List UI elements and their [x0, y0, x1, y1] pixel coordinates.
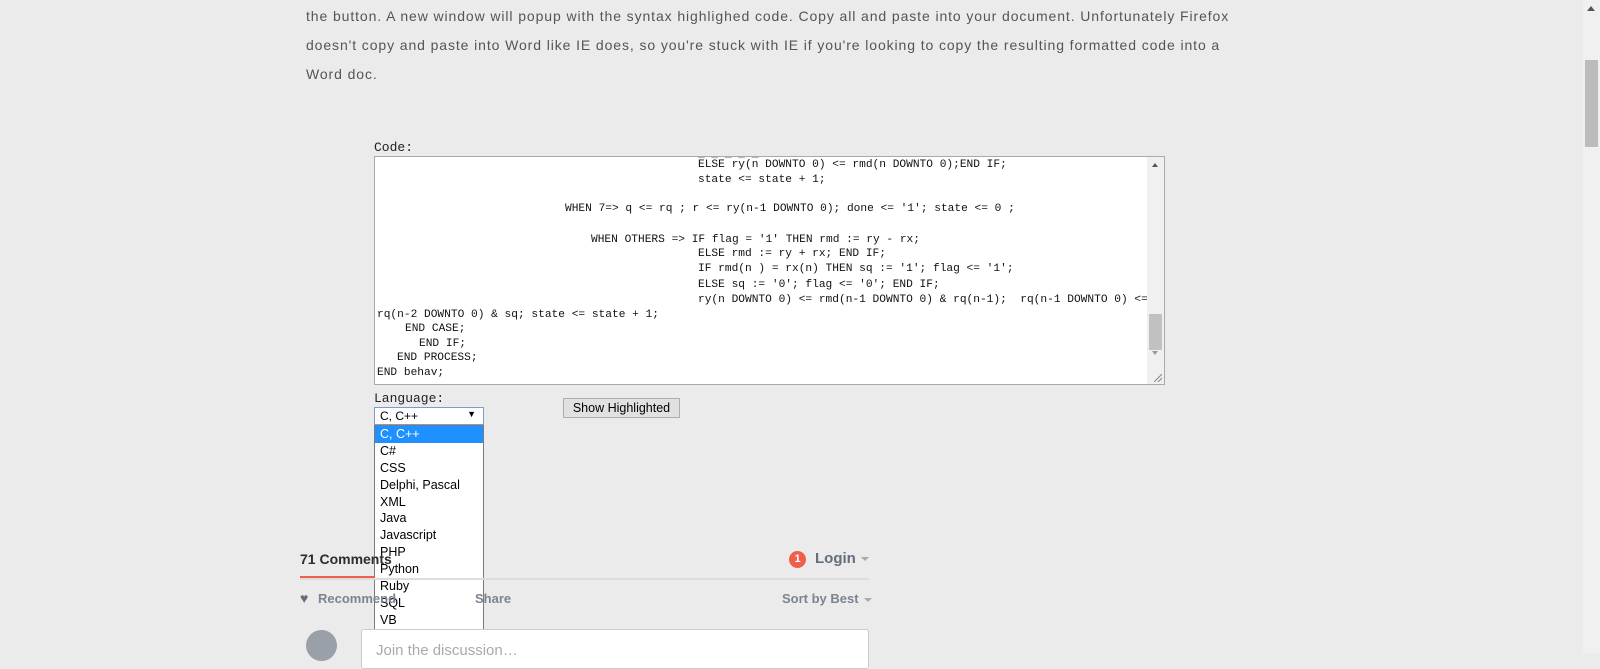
language-option[interactable]: C#	[375, 443, 483, 460]
language-option[interactable]: C, C++	[375, 426, 483, 443]
article-text-line: the button. A new window will popup with…	[306, 8, 1230, 24]
code-line: WHEN 7=> q <= rq ; r <= ry(n-1 DOWNTO 0)…	[565, 203, 1015, 215]
sort-menu[interactable]: Sort by Best	[782, 591, 872, 606]
code-line: END behav;	[377, 367, 445, 379]
dropdown-arrow-icon: ▼	[467, 409, 476, 419]
code-line: ELSE sq := '0'; flag <= '0'; END IF;	[698, 279, 940, 291]
active-tab-indicator	[300, 576, 375, 578]
code-line: ELSE rmd := ry + rx; END IF;	[698, 248, 886, 260]
notification-badge[interactable]: 1	[789, 551, 806, 568]
page-scrollbar[interactable]	[1583, 0, 1600, 653]
divider	[300, 578, 869, 580]
code-textarea[interactable]: ‾ ‾ ‾ ‾ ‾ ELSE ry(n DOWNTO 0) <= rmd(n D…	[374, 156, 1165, 385]
code-line: END PROCESS;	[397, 352, 478, 364]
share-button[interactable]: Share	[475, 591, 511, 606]
language-option[interactable]: Javascript	[375, 527, 483, 544]
heart-icon[interactable]: ♥	[300, 590, 308, 606]
scroll-down-icon[interactable]	[1152, 351, 1158, 355]
scroll-up-icon[interactable]	[1587, 6, 1595, 11]
language-dropdown-list: C, C++ C# CSS Delphi, Pascal XML Java Javascri…	[374, 425, 484, 646]
scrollbar-thumb[interactable]	[1585, 60, 1598, 147]
chevron-down-icon	[860, 557, 869, 562]
language-select[interactable]: C, C++ ▼	[374, 407, 484, 425]
language-option[interactable]: VB	[375, 612, 483, 629]
comment-placeholder: Join the discussion…	[376, 642, 518, 659]
code-line: rq(n-2 DOWNTO 0) & sq; state <= state + …	[377, 309, 659, 321]
chevron-down-icon	[863, 597, 872, 602]
scroll-up-icon[interactable]	[1152, 163, 1158, 167]
language-option[interactable]: CSS	[375, 460, 483, 477]
language-selected-value: C, C++	[380, 409, 419, 423]
avatar	[306, 630, 337, 661]
code-line: END IF;	[419, 338, 466, 350]
article-text-line: doesn't copy and paste into Word like IE…	[306, 37, 1221, 53]
code-line: END CASE;	[405, 323, 466, 335]
code-label: Code:	[374, 140, 414, 155]
code-line: IF rmd(n ) = rx(n) THEN sq := '1'; flag …	[698, 263, 1014, 275]
language-label: Language:	[374, 391, 445, 406]
resize-grip-icon[interactable]	[1154, 374, 1162, 382]
sort-label: Sort by Best	[782, 591, 859, 606]
code-line: ELSE ry(n DOWNTO 0) <= rmd(n DOWNTO 0);E…	[698, 159, 1007, 171]
language-option[interactable]: Java	[375, 510, 483, 527]
language-option[interactable]: Delphi, Pascal	[375, 477, 483, 494]
code-line: state <= state + 1;	[698, 174, 826, 186]
article-text-line: Word doc.	[306, 66, 378, 82]
comment-input[interactable]: Join the discussion…	[361, 629, 869, 669]
language-option[interactable]: XML	[375, 494, 483, 511]
scrollbar-thumb[interactable]	[1149, 314, 1162, 350]
code-line: ry(n DOWNTO 0) <= rmd(n-1 DOWNTO 0) & rq…	[698, 294, 1148, 306]
code-line: WHEN OTHERS => IF flag = '1' THEN rmd :=…	[591, 234, 920, 246]
login-menu[interactable]: Login	[815, 550, 869, 567]
code-scrollbar[interactable]	[1147, 157, 1164, 384]
comments-count-tab[interactable]: 71 Comments	[300, 551, 392, 567]
login-label: Login	[815, 550, 856, 567]
recommend-button[interactable]: Recommend	[318, 591, 396, 606]
show-highlighted-button[interactable]: Show Highlighted	[563, 398, 680, 418]
